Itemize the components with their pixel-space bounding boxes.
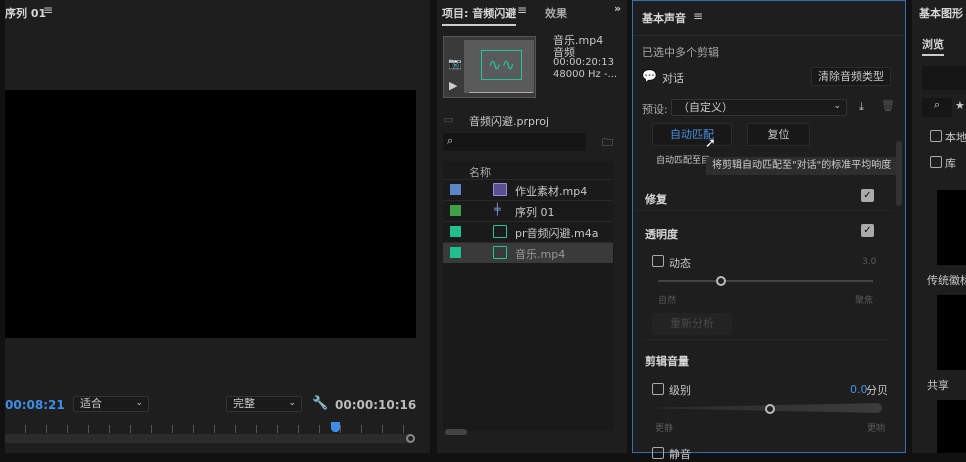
audio-icon (493, 246, 507, 259)
project-file-name: 音频闪避.prproj (469, 115, 550, 128)
program-monitor: 序列 01 ≡ 00:08:21 适合 ⌄ 完整 ⌄ 🔧 00:00:10:16 (5, 0, 430, 453)
video-display (5, 90, 416, 338)
scrub-bar[interactable] (5, 434, 410, 443)
hamburger-icon[interactable]: ≡ (43, 3, 53, 17)
repair-section: 修复 ✓ (633, 179, 893, 211)
fit-select[interactable]: 适合 ⌄ (73, 396, 149, 412)
audio-type-label: 对话 (662, 72, 684, 85)
playhead[interactable] (331, 422, 340, 432)
local-label: 本地 (945, 131, 966, 144)
video-audio-icon (493, 183, 507, 196)
new-search-bin-icon[interactable]: 🗀 (602, 134, 613, 153)
horizontal-scrollbar[interactable] (445, 429, 467, 435)
reset-button[interactable]: 复位 (747, 123, 810, 146)
tooltip: 将剪辑自动匹配至"对话"的标准平均响度 (706, 157, 898, 175)
list-item[interactable]: 作业素材.mp4 (443, 179, 613, 200)
quality-select[interactable]: 完整 ⌄ (226, 396, 302, 412)
zoom-handle[interactable] (406, 434, 415, 443)
tab-effects[interactable]: 效果 (545, 5, 567, 21)
template-label[interactable]: 传统徽标 (927, 272, 966, 288)
dynamics-slider[interactable] (658, 280, 873, 282)
chevron-down-icon: ⌄ (833, 101, 841, 111)
preview-thumbnail: ∿∿ 📷 ▶ (443, 36, 536, 98)
time-ruler[interactable] (5, 425, 410, 433)
audio-icon (493, 225, 507, 238)
dynamics-value: 3.0 (862, 257, 877, 267)
play-icon[interactable]: ▶ (449, 79, 457, 92)
auto-match-info: 自动匹配至目 (656, 156, 711, 166)
clarity-label: 透明度 (645, 228, 678, 241)
hamburger-icon[interactable]: ≡ (693, 9, 703, 23)
template-thumbnail[interactable] (937, 295, 966, 370)
duration-timecode: 00:00:10:16 (335, 398, 417, 412)
list-item[interactable]: ╪ 序列 01 (443, 200, 613, 221)
preset-label: 预设: (642, 103, 668, 116)
reanalyze-button[interactable]: 重新分析 (652, 313, 732, 335)
template-thumbnail[interactable] (937, 400, 966, 453)
auto-match-button[interactable]: 自动匹配 (652, 123, 732, 146)
list-item[interactable]: 音乐.mp4 (443, 242, 613, 263)
dialogue-icon: 💬 (642, 69, 657, 83)
dynamics-slider-knob[interactable] (716, 276, 726, 286)
template-label[interactable]: 共享 (927, 377, 949, 393)
preview-rate: 48000 Hz -... (553, 69, 618, 80)
dynamics-max-label: 聚焦 (855, 296, 874, 306)
tab-browse[interactable]: 浏览 (922, 36, 944, 56)
tab-project[interactable]: 项目: 音频闪避 (442, 5, 517, 26)
delete-preset-icon[interactable]: 🗑 (881, 99, 895, 112)
clarity-checkbox[interactable]: ✓ (861, 224, 874, 237)
expand-panels-icon[interactable]: » (614, 2, 621, 15)
mouse-cursor-icon: ➚ (705, 136, 716, 151)
level-checkbox[interactable] (652, 383, 664, 395)
library-label: 库 (945, 157, 956, 170)
camera-icon[interactable]: 📷 (448, 57, 462, 70)
project-panel: 项目: 音频闪避 ≡ 效果 » ∿∿ 📷 ▶ 音乐.mp4 音频 00:00:2… (437, 0, 627, 453)
current-timecode[interactable]: 00:08:21 (5, 398, 65, 412)
list-item[interactable]: pr音频闪避.m4a (443, 221, 613, 242)
dynamics-checkbox[interactable] (652, 255, 664, 267)
star-icon[interactable]: ★ (955, 99, 965, 112)
repair-label: 修复 (645, 193, 667, 206)
folder-icon: ▭ (443, 113, 454, 126)
search-icon[interactable]: ⌕ (922, 98, 952, 117)
mute-label: 静音 (669, 448, 691, 461)
level-min-label: 更静 (655, 424, 674, 434)
hamburger-icon[interactable]: ≡ (517, 3, 527, 17)
dynamics-label: 动态 (669, 257, 691, 270)
sequence-icon: ╪ (494, 203, 501, 216)
clip-volume-label: 剪辑音量 (645, 355, 689, 368)
graphics-search-field[interactable] (922, 66, 966, 90)
waveform-icon: ∿∿ (481, 50, 522, 80)
chevron-down-icon: ⌄ (135, 398, 143, 408)
save-preset-icon[interactable]: ⤓ (859, 100, 864, 114)
preset-select[interactable]: （自定义） ⌄ (671, 99, 847, 116)
essential-sound-title[interactable]: 基本声音 (642, 10, 686, 26)
program-monitor-title[interactable]: 序列 01 (5, 5, 46, 21)
local-checkbox[interactable] (930, 130, 942, 142)
essential-sound-panel: 基本声音 ≡ 已选中多个剪辑 💬 对话 清除音频类型 预设: （自定义） ⌄ ⤓ … (632, 0, 906, 461)
essential-graphics-panel: 基本图形 浏览 ⌕ ★ 本地 库 传统徽标 共享 (912, 0, 966, 453)
file-list: 名称 作业素材.mp4 ╪ 序列 01 pr音频闪避.m4a 音乐.mp4 (443, 161, 614, 435)
dynamics-min-label: 自然 (658, 296, 677, 306)
level-value[interactable]: 0.0 (850, 383, 868, 396)
mute-checkbox[interactable] (652, 447, 664, 459)
vertical-scrollbar[interactable] (896, 141, 902, 206)
graphics-title[interactable]: 基本图形 (919, 5, 963, 21)
level-unit: 分贝 (866, 384, 888, 397)
search-icon: ⌕ (447, 134, 454, 147)
repair-checkbox[interactable]: ✓ (861, 189, 874, 202)
preview-duration: 00:00:20:13 (553, 57, 615, 68)
clear-audio-type-button[interactable]: 清除音频类型 (811, 67, 891, 86)
library-checkbox[interactable] (930, 156, 942, 168)
level-slider-knob[interactable] (765, 404, 775, 414)
level-max-label: 更响 (867, 424, 886, 434)
template-thumbnail[interactable] (937, 190, 966, 265)
wrench-icon[interactable]: 🔧 (312, 396, 328, 411)
level-label: 级别 (669, 384, 691, 397)
chevron-down-icon: ⌄ (288, 398, 296, 408)
column-header-name[interactable]: 名称 (469, 164, 491, 180)
search-input[interactable]: ⌕ (443, 133, 586, 151)
selection-status: 已选中多个剪辑 (642, 46, 719, 59)
